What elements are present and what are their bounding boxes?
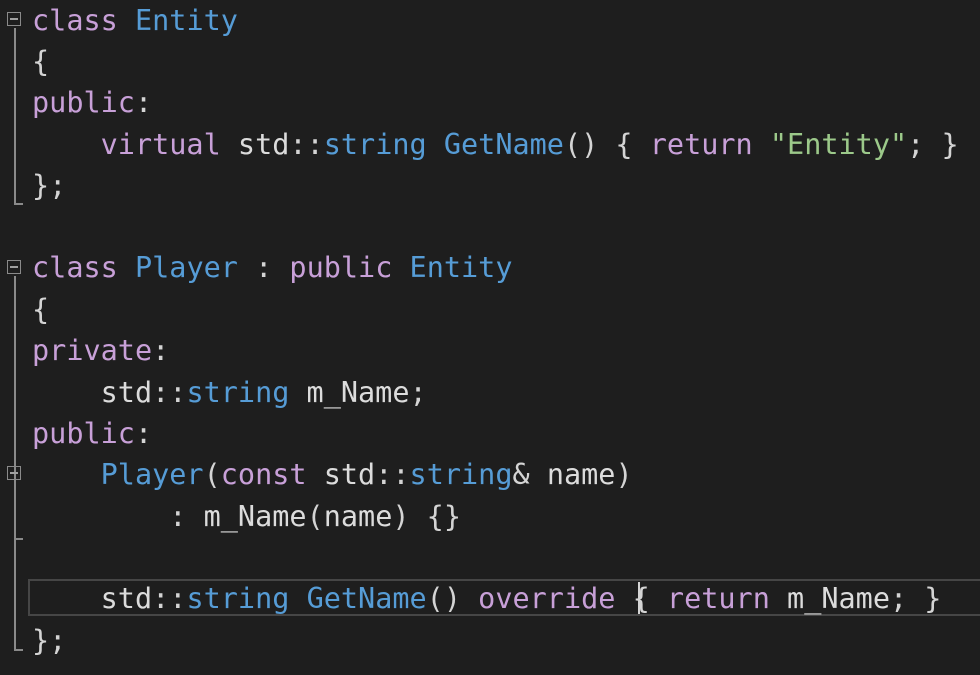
code-line[interactable]: std::string GetName() override { return … xyxy=(32,578,942,619)
code-token: std xyxy=(32,582,153,615)
code-token: std xyxy=(32,376,153,409)
code-token: GetName xyxy=(306,582,427,615)
code-token: return xyxy=(649,128,753,161)
code-token: () xyxy=(426,582,479,615)
code-token: () { xyxy=(563,128,650,161)
code-line[interactable]: { xyxy=(32,41,49,82)
code-token: :: xyxy=(152,376,187,409)
code-token: private xyxy=(32,334,153,367)
collapse-box-minus-icon[interactable] xyxy=(7,260,21,274)
code-line[interactable]: Player(const std::string& name) xyxy=(32,454,633,495)
code-token: public xyxy=(289,251,393,284)
code-line[interactable]: class Player : public Entity xyxy=(32,247,512,288)
code-token: { xyxy=(32,45,50,78)
fold-guide-end xyxy=(14,538,23,540)
code-token: { xyxy=(32,293,50,326)
code-token: : xyxy=(134,86,153,119)
code-token: ) {} xyxy=(392,500,461,533)
code-token: ; xyxy=(409,376,427,409)
fold-guide-line xyxy=(14,276,16,650)
code-token: name xyxy=(323,500,393,533)
fold-guide-end xyxy=(14,649,23,651)
code-token: name xyxy=(529,458,616,491)
code-line[interactable]: public: xyxy=(32,82,152,123)
code-token: & xyxy=(512,458,530,491)
code-token: const xyxy=(220,458,307,491)
code-token: std xyxy=(220,128,290,161)
code-token: ) xyxy=(615,458,633,491)
code-token: class xyxy=(32,251,118,284)
code-token: string xyxy=(186,376,290,409)
code-editor[interactable]: class Entity{public: virtual std::string… xyxy=(0,0,980,675)
code-token: std xyxy=(306,458,376,491)
code-token: public xyxy=(32,86,135,119)
code-token: : xyxy=(152,334,170,367)
code-token: :: xyxy=(152,582,187,615)
code-token: string xyxy=(186,582,290,615)
code-token: ; } xyxy=(889,582,942,615)
code-token: :: xyxy=(289,128,324,161)
code-line[interactable]: }; xyxy=(32,620,66,661)
code-token: : xyxy=(134,417,153,450)
code-token: m_Name xyxy=(289,376,410,409)
code-token: }; xyxy=(32,624,67,657)
code-token: GetName xyxy=(443,128,564,161)
code-token: public xyxy=(32,417,135,450)
code-token: Player xyxy=(100,458,204,491)
code-token: string xyxy=(323,128,427,161)
collapse-box-minus-icon[interactable] xyxy=(7,12,21,26)
code-token: ( xyxy=(203,458,221,491)
code-token: :: xyxy=(375,458,410,491)
code-line[interactable]: : m_Name(name) {} xyxy=(32,496,461,537)
code-line[interactable]: public: xyxy=(32,413,152,454)
collapse-box-minus-icon[interactable] xyxy=(7,466,21,480)
fold-guide-end xyxy=(14,203,23,205)
code-token: Player xyxy=(134,251,238,284)
code-line[interactable]: virtual std::string GetName() { return "… xyxy=(32,124,959,165)
code-line[interactable]: std::string m_Name; xyxy=(32,372,427,413)
code-token: m_Name xyxy=(769,582,890,615)
code-token: virtual xyxy=(100,128,221,161)
code-line[interactable]: class Entity xyxy=(32,0,238,41)
code-token: Entity xyxy=(134,4,238,37)
fold-guide-line xyxy=(14,28,16,204)
code-line[interactable]: private: xyxy=(32,330,169,371)
code-token: Entity xyxy=(409,251,513,284)
text-cursor xyxy=(638,582,640,614)
code-token: string xyxy=(409,458,513,491)
code-token: ; } xyxy=(907,128,959,161)
code-token: }; xyxy=(32,169,67,202)
code-line[interactable]: }; xyxy=(32,165,66,206)
code-token: return xyxy=(666,582,770,615)
code-token: ( xyxy=(306,500,324,533)
code-line[interactable]: { xyxy=(32,289,49,330)
code-token: class xyxy=(32,4,118,37)
code-token: : xyxy=(237,251,290,284)
code-token: override xyxy=(478,582,616,615)
code-token: : xyxy=(32,500,204,533)
code-token: "Entity" xyxy=(769,128,908,161)
code-token: { xyxy=(615,582,667,615)
code-token: m_Name xyxy=(203,500,307,533)
